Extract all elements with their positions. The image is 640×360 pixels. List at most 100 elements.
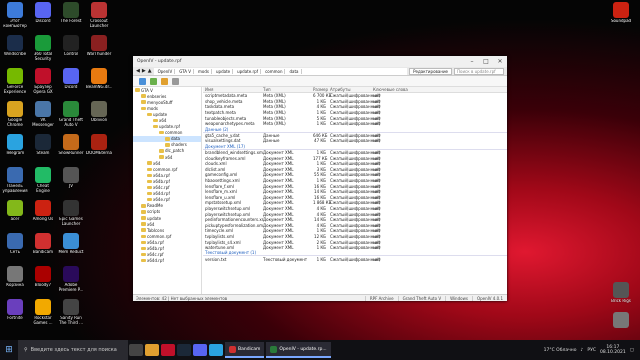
table-row[interactable]: lensflare_m.xml Документ XML 14 КБ Сжатый(ш… xyxy=(203,189,507,195)
desktop-icon[interactable]: JV xyxy=(58,167,84,201)
open-icon[interactable] xyxy=(139,77,146,85)
table-row[interactable]: dlclist.xml Документ XML 3 КБ Сжатый(шифров… xyxy=(203,167,507,173)
desktop-icon[interactable]: Rockstar Games ... xyxy=(30,299,56,333)
edit-mode-button[interactable]: Редактирование xyxy=(409,67,452,75)
desktop-icon[interactable]: Fortnite xyxy=(2,299,28,333)
table-row[interactable]: gta5_cache_y.dat Данные 646 КБ Сжатый(шифро… xyxy=(203,133,507,139)
speaker-icon[interactable]: ♪ xyxy=(580,348,583,353)
desktop-icon[interactable]: VK Messenger xyxy=(30,101,56,135)
weather[interactable]: 17°C Облачно xyxy=(544,348,577,353)
table-row[interactable]: weaponarchetypes.meta Meta (XML) 1 КБ Сжаты… xyxy=(203,121,507,127)
table-row[interactable]: scriptmetadata.meta Meta (XML) 6 700 КБ Сжа… xyxy=(203,93,507,99)
language[interactable]: РУС xyxy=(587,348,596,353)
opera-icon[interactable] xyxy=(161,344,175,356)
table-row[interactable]: pickuptypesforrealization.xml Документ XM… xyxy=(203,222,507,228)
breadcrumb-item[interactable]: update.rpf xyxy=(235,68,262,74)
desktop-icon[interactable]: Grand Theft Auto V xyxy=(58,101,84,135)
header-attributes[interactable]: Атрибуты xyxy=(327,87,373,92)
desktop-icon[interactable]: Этот компьютер xyxy=(2,2,28,36)
desktop-icon[interactable]: Sanity Run The Third ... xyxy=(58,299,84,333)
breadcrumb-item[interactable]: OpenIV xyxy=(156,68,176,74)
telegram-icon[interactable] xyxy=(209,344,223,356)
header-keywords[interactable]: Ключевые слова xyxy=(373,87,507,92)
desktop-icon[interactable]: BeamNG.dr... xyxy=(86,68,112,102)
breadcrumb-item[interactable]: update xyxy=(214,68,234,74)
desktop-icon[interactable]: Google Chrome xyxy=(2,101,28,135)
desktop-icon[interactable]: Dicord xyxy=(58,68,84,102)
table-row[interactable]: playerswitchsetup.xml Документ XML 4 КБ Сжа… xyxy=(203,211,507,217)
desktop-icon[interactable]: GeForce Experience xyxy=(2,68,28,102)
taskbar-app[interactable]: OpenIV - update.rp... xyxy=(266,342,331,358)
table-row[interactable]: lensflare_u.xml Документ XML 16 КБ Сжатый(ш… xyxy=(203,195,507,201)
desktop-icon[interactable]: WarThunder xyxy=(86,35,112,69)
table-row[interactable]: tunableobjects.meta Meta (XML) 5 КБ Сжатый(… xyxy=(203,115,507,121)
desktop-icon[interactable]: Mem Reduct xyxy=(58,233,84,267)
breadcrumb-item[interactable]: mods xyxy=(196,68,212,74)
table-row[interactable]: tvplaylists_s4.xml Документ XML 2 КБ Сжатый… xyxy=(203,239,507,245)
back-icon[interactable]: ◀ xyxy=(136,68,140,74)
desktop-icon[interactable]: Oblivion xyxy=(86,101,112,135)
desktop-icon[interactable]: SnowRunner xyxy=(58,134,84,168)
clock[interactable]: 16:17 08.10.2021 xyxy=(600,345,626,355)
table-row[interactable]: clouds.xml Документ XML 1 КБ Сжатый(шифрова… xyxy=(203,161,507,167)
settings-icon[interactable] xyxy=(172,77,179,85)
breadcrumb[interactable]: OpenIV GTA Vmods update update.rpf common dat… xyxy=(153,67,408,75)
table-row[interactable]: pedinformationencounters.xml Документ XML… xyxy=(203,217,507,223)
desktop-icon[interactable]: Among Us xyxy=(30,200,56,234)
table-row[interactable]: cloudkeyframes.xml Документ XML 177 КБ Сжат… xyxy=(203,155,507,161)
desktop-icon[interactable]: 360 Total Security xyxy=(30,35,56,69)
desktop-icon[interactable]: DOOMEternal xyxy=(86,134,112,168)
steam-icon[interactable] xyxy=(177,344,191,356)
desktop-icon[interactable]: Discord xyxy=(30,2,56,36)
table-row[interactable]: timecycle.xml Документ XML 1 КБ Сжатый(шифр… xyxy=(203,228,507,234)
breadcrumb-item[interactable]: data xyxy=(287,68,302,74)
tree-item[interactable]: x64d.rpf xyxy=(133,258,201,264)
desktop-icon[interactable]: Панель управления xyxy=(2,167,28,201)
desktop-icon[interactable]: Браузер Opera GX xyxy=(30,68,56,102)
task-view-icon[interactable] xyxy=(129,344,143,356)
desktop-icon[interactable]: acer xyxy=(2,200,28,234)
desktop-icon[interactable]: Steam xyxy=(30,134,56,168)
desktop-icon[interactable]: Bloody7 xyxy=(30,266,56,300)
up-icon[interactable]: ▲ xyxy=(148,68,152,74)
desktop-icon[interactable]: Корзина xyxy=(2,266,28,300)
table-row[interactable]: lensflare_f.xml Документ XML 16 КБ Сжатый(ш… xyxy=(203,183,507,189)
table-row[interactable]: taskdata.meta Meta (XML) 4 КБ Сжатый(шифров… xyxy=(203,104,507,110)
forward-icon[interactable]: ▶ xyxy=(142,68,146,74)
folder-icon[interactable] xyxy=(161,77,168,85)
desktop-icon[interactable]: Brick Rigs xyxy=(608,282,634,316)
header-type[interactable]: Тип xyxy=(263,87,313,92)
table-row[interactable]: tvplaylists.xml Документ XML 12 КБ Сжатый(ш… xyxy=(203,234,507,240)
desktop-icon[interactable]: Epic Games Launcher xyxy=(58,200,84,234)
breadcrumb-item[interactable]: common xyxy=(263,68,286,74)
desktop-icon[interactable]: Control xyxy=(58,35,84,69)
table-row[interactable]: version.txt Текстовый документ 1 КБ Сжатый(… xyxy=(203,256,507,262)
table-row[interactable]: textpatch.meta Meta (XML) 1 КБ Сжатый(шифро… xyxy=(203,110,507,116)
desktop-icon[interactable]: The Forest xyxy=(58,2,84,36)
discord-icon[interactable] xyxy=(193,344,207,356)
search-input[interactable]: Поиск в update.rpf xyxy=(454,67,504,75)
table-row[interactable]: mpstatssetup.xml Документ XML 1 868 КБ Сжат… xyxy=(203,200,507,206)
table-row[interactable]: gameconfig.xml Документ XML 55 КБ Сжатый(ши… xyxy=(203,172,507,178)
desktop-icon[interactable]: Adobe Premiere P... xyxy=(58,266,84,300)
taskbar-app[interactable]: Bandicam xyxy=(225,342,265,358)
table-row[interactable]: brandblend_windsettings.xml Документ XML 1… xyxy=(203,150,507,156)
desktop-icon[interactable]: Cheat Engine xyxy=(30,167,56,201)
table-row[interactable]: playerswitchsetup.xml Документ XML 4 КБ Сжа… xyxy=(203,206,507,212)
header-size[interactable]: Размер xyxy=(313,87,328,92)
desktop-icon[interactable]: Windscribe xyxy=(2,35,28,69)
breadcrumb-item[interactable]: GTA V xyxy=(177,68,195,74)
taskbar-search[interactable]: ⚲ Введите здесь текст для поиска xyxy=(18,340,128,360)
maximize-button[interactable]: □ xyxy=(479,56,493,67)
desktop-icon[interactable]: Сеть xyxy=(2,233,28,267)
desktop-icon[interactable]: Telegram xyxy=(2,134,28,168)
minimize-button[interactable]: – xyxy=(465,56,479,67)
table-row[interactable]: visualsettings.dat Данные 47 КБ Сжатый(шифр… xyxy=(203,138,507,144)
header-name[interactable]: Имя xyxy=(203,87,263,92)
desktop-icon[interactable]: Soundpad xyxy=(608,2,634,36)
explorer-icon[interactable] xyxy=(145,344,159,356)
desktop-icon[interactable]: Crossout Launcher xyxy=(86,2,112,36)
table-row[interactable]: hbaosettings.xml Документ XML 1 КБ Сжатый(ш… xyxy=(203,178,507,184)
close-button[interactable]: ✕ xyxy=(493,56,507,67)
notifications-icon[interactable]: ▢ xyxy=(630,348,634,353)
